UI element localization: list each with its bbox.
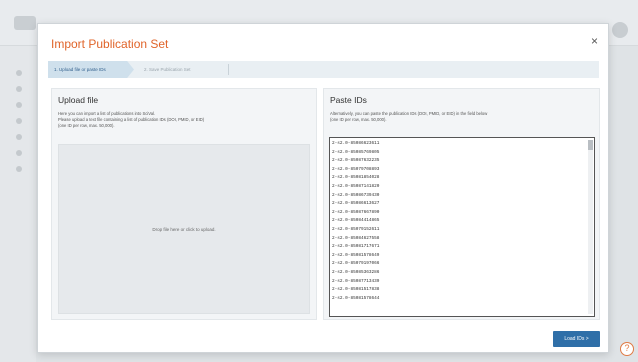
close-icon[interactable]: × xyxy=(591,34,598,48)
step-upload: 1. Upload file or paste IDs xyxy=(48,61,134,78)
id-row: 2-s2.0-85081854028 xyxy=(332,175,380,181)
id-row: 2-s2.0-85086613627 xyxy=(332,201,380,207)
id-row: 2-s2.0-85087141820 xyxy=(332,183,380,189)
id-row: 2-s2.0-85085769805 xyxy=(332,149,380,155)
id-row: 2-s2.0-85084627558 xyxy=(332,235,380,241)
id-row: 2-s2.0-85079708893 xyxy=(332,166,380,172)
upload-file-description: Here you can import a list of publicatio… xyxy=(58,111,314,128)
file-dropzone[interactable]: Drop file here or click to upload. xyxy=(58,144,310,314)
ids-scrollbar[interactable] xyxy=(588,140,593,314)
sidebar-icon xyxy=(16,102,22,108)
app-logo xyxy=(14,16,36,30)
scroll-thumb[interactable] xyxy=(588,140,593,150)
sidebar-icon xyxy=(16,166,22,172)
sidebar-icon xyxy=(16,118,22,124)
id-row: 2-s2.0-85085363286 xyxy=(332,269,380,275)
sidebar-icon xyxy=(16,134,22,140)
ids-list: 2-s2.0-85086623611 2-s2.0-85085769805 2-s2… xyxy=(332,140,582,303)
background-sidebar xyxy=(0,46,36,362)
sidebar-icon xyxy=(16,86,22,92)
id-row: 2-s2.0-85081517838 xyxy=(332,287,380,293)
id-row: 2-s2.0-85081717671 xyxy=(332,244,380,250)
id-row: 2-s2.0-85084414865 xyxy=(332,218,380,224)
id-row: 2-s2.0-85086739430 xyxy=(332,192,380,198)
paste-ids-title: Paste IDs xyxy=(330,95,367,105)
paste-ids-description: Alternatively, you can paste the publica… xyxy=(330,111,586,123)
paste-ids-textarea[interactable]: 2-s2.0-85086623611 2-s2.0-85085769805 2-s2… xyxy=(329,137,595,317)
step-chevron xyxy=(219,64,229,75)
modal-title: Import Publication Set xyxy=(51,37,169,51)
id-row: 2-s2.0-85079197066 xyxy=(332,261,380,267)
sidebar-icon xyxy=(16,70,22,76)
id-row: 2-s2.0-85079152611 xyxy=(332,226,380,232)
user-avatar xyxy=(612,22,628,38)
sidebar-icon xyxy=(16,150,22,156)
id-row: 2-s2.0-85081578644 xyxy=(332,295,380,301)
id-row: 2-s2.0-85087667890 xyxy=(332,209,380,215)
id-row: 2-s2.0-85087713439 xyxy=(332,278,380,284)
paste-desc-line: (one ID per row, max. 50,000). xyxy=(330,116,387,122)
id-row: 2-s2.0-85086623611 xyxy=(332,141,380,146)
help-icon[interactable]: ? xyxy=(620,342,634,356)
import-publication-modal: Import Publication Set × 1. Upload file … xyxy=(37,23,609,353)
paste-ids-panel: Paste IDs Alternatively, you can paste t… xyxy=(323,88,600,320)
dropzone-label: Drop file here or click to upload. xyxy=(152,226,216,232)
upload-file-title: Upload file xyxy=(58,95,99,105)
load-ids-button[interactable]: Load IDs > xyxy=(553,331,600,347)
step-save: 2. Save Publication Set xyxy=(144,67,191,72)
id-row: 2-s2.0-85081578649 xyxy=(332,252,380,258)
id-row: 2-s2.0-85087632235 xyxy=(332,158,380,164)
step-indicator: 1. Upload file or paste IDs 2. Save Publ… xyxy=(48,61,599,78)
upload-desc-line: (one ID per row, max. 50,000). xyxy=(58,122,115,128)
upload-file-panel: Upload file Here you can import a list o… xyxy=(51,88,317,320)
